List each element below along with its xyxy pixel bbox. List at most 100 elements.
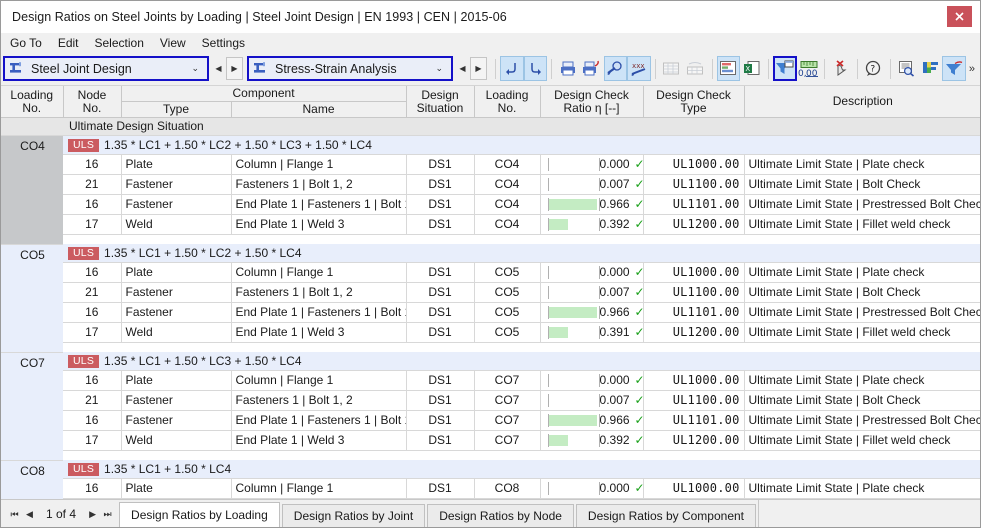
- design-check-type-cell[interactable]: UL1200.00: [643, 322, 745, 343]
- chevron-down-icon[interactable]: ⌄: [181, 63, 205, 74]
- design-situation-cell[interactable]: DS1: [406, 194, 475, 215]
- design-situation-cell[interactable]: DS1: [406, 410, 475, 431]
- table-row[interactable]: 16 Fastener End Plate 1 | Fasteners 1 | Bo…: [1, 194, 980, 215]
- component-type-cell[interactable]: Plate: [121, 370, 232, 391]
- description-cell[interactable]: Ultimate Limit State | Plate check: [744, 262, 980, 283]
- component-name-cell[interactable]: Column | Flange 1: [231, 478, 407, 499]
- design-check-ratio-cell[interactable]: 0.007✓: [540, 390, 644, 411]
- header-component-type[interactable]: Type: [121, 101, 232, 118]
- table-row[interactable]: 16PlateColumn | Flange 1DS1CO70.000✓UL10…: [1, 370, 980, 391]
- component-name-cell[interactable]: Fasteners 1 | Bolt 1, 2: [231, 498, 407, 499]
- menu-item-selection[interactable]: Selection: [95, 36, 154, 50]
- design-situation-cell[interactable]: DS1: [406, 174, 475, 195]
- design-check-ratio-cell[interactable]: 0.966✓: [540, 410, 644, 431]
- design-check-ratio-cell[interactable]: 0.000✓: [540, 478, 644, 499]
- header-component-name[interactable]: Name: [231, 101, 407, 118]
- header-node-no[interactable]: Node No.: [63, 86, 122, 118]
- table-row[interactable]: 17WeldEnd Plate 1 | Weld 3DS1CO50.391✓UL…: [1, 322, 980, 343]
- node-no-cell[interactable]: 16: [63, 154, 122, 175]
- design-situation-cell[interactable]: DS1: [406, 430, 475, 451]
- design-check-type-cell[interactable]: UL1000.00: [643, 370, 745, 391]
- design-check-ratio-cell[interactable]: 0.000✓: [540, 262, 644, 283]
- combination-header-row[interactable]: CO8 ULS 1.35 * LC1 + 1.50 * LC4: [1, 460, 980, 499]
- component-name-cell[interactable]: Column | Flange 1: [231, 370, 407, 391]
- component-type-cell[interactable]: Weld: [121, 430, 232, 451]
- table-row[interactable]: 16PlateColumn | Flange 1DS1CO50.000✓UL10…: [1, 262, 980, 283]
- combo-left-prev-button[interactable]: ◀: [212, 58, 225, 79]
- component-type-cell[interactable]: Fastener: [121, 282, 232, 303]
- design-situation-cell[interactable]: DS1: [406, 282, 475, 303]
- design-check-type-cell[interactable]: UL1100.00: [643, 498, 745, 499]
- component-type-cell[interactable]: Plate: [121, 154, 232, 175]
- component-name-cell[interactable]: End Plate 1 | Fasteners 1 | Bolt 1, 2: [231, 410, 407, 431]
- component-type-cell[interactable]: Weld: [121, 214, 232, 235]
- table-row[interactable]: 21 Fastener Fasteners 1 | Bolt 1, 2 DS1 CO7 0…: [1, 390, 980, 411]
- node-no-cell[interactable]: 16: [63, 194, 122, 215]
- loading-no-ref-cell[interactable]: CO5: [474, 322, 541, 343]
- node-no-cell[interactable]: 17: [63, 214, 122, 235]
- component-name-cell[interactable]: End Plate 1 | Weld 3: [231, 214, 407, 235]
- header-component[interactable]: Component: [121, 86, 407, 102]
- color-legend-button[interactable]: [918, 56, 942, 81]
- loading-no-ref-cell[interactable]: CO4: [474, 154, 541, 175]
- table-row[interactable]: 16 Fastener End Plate 1 | Fasteners 1 | Bo…: [1, 302, 980, 323]
- component-name-cell[interactable]: Fasteners 1 | Bolt 1, 2: [231, 390, 407, 411]
- menu-item-goto[interactable]: Go To: [10, 36, 52, 50]
- component-name-cell[interactable]: Fasteners 1 | Bolt 1, 2: [231, 282, 407, 303]
- menu-item-edit[interactable]: Edit: [58, 36, 89, 50]
- component-type-cell[interactable]: Fastener: [121, 390, 232, 411]
- design-situation-cell[interactable]: DS1: [406, 370, 475, 391]
- table-row[interactable]: 21FastenerFasteners 1 | Bolt 1, 2DS1CO80…: [1, 498, 980, 499]
- design-situation-cell[interactable]: DS1: [406, 322, 475, 343]
- decimal-places-button[interactable]: 0, 00: [797, 56, 821, 81]
- description-cell[interactable]: Ultimate Limit State | Bolt Check: [744, 390, 980, 411]
- design-check-type-cell[interactable]: UL1101.00: [643, 302, 745, 323]
- loading-no-ref-cell[interactable]: CO5: [474, 282, 541, 303]
- description-cell[interactable]: Ultimate Limit State | Plate check: [744, 154, 980, 175]
- delete-selection-button[interactable]: [829, 56, 853, 81]
- component-type-cell[interactable]: Fastener: [121, 498, 232, 499]
- table-row[interactable]: 16PlateColumn | Flange 1DS1CO8 0.000✓UL10…: [1, 478, 980, 499]
- stress-strain-analysis-combo[interactable]: Stress-Strain Analysis ⌄: [249, 58, 451, 79]
- design-situation-cell[interactable]: DS1: [406, 154, 475, 175]
- print-preview-button[interactable]: [895, 56, 919, 81]
- node-no-cell[interactable]: 21: [63, 390, 122, 411]
- description-cell[interactable]: Ultimate Limit State | Prestressed Bolt …: [744, 302, 980, 323]
- component-type-cell[interactable]: Weld: [121, 322, 232, 343]
- header-design-situation[interactable]: Design Situation: [406, 86, 475, 118]
- component-name-cell[interactable]: End Plate 1 | Fasteners 1 | Bolt 1, 2: [231, 302, 407, 323]
- design-situation-cell[interactable]: DS1: [406, 214, 475, 235]
- design-check-type-cell[interactable]: UL1100.00: [643, 390, 745, 411]
- component-type-cell[interactable]: Fastener: [121, 302, 232, 323]
- table-row-button[interactable]: [684, 56, 708, 81]
- component-name-cell[interactable]: End Plate 1 | Weld 3: [231, 322, 407, 343]
- node-no-cell[interactable]: 16: [63, 410, 122, 431]
- design-check-type-cell[interactable]: UL1000.00: [643, 262, 745, 283]
- description-cell[interactable]: Ultimate Limit State | Fillet weld check: [744, 430, 980, 451]
- design-check-ratio-cell[interactable]: 0.966✓: [540, 302, 644, 323]
- node-no-cell[interactable]: 17: [63, 322, 122, 343]
- component-type-cell[interactable]: Plate: [121, 478, 232, 499]
- table-row[interactable]: 17WeldEnd Plate 1 | Weld 3DS1CO40.392✓UL…: [1, 214, 980, 235]
- design-situation-cell[interactable]: DS1: [406, 478, 475, 499]
- component-type-cell[interactable]: Fastener: [121, 194, 232, 215]
- description-cell[interactable]: Ultimate Limit State | Fillet weld check: [744, 214, 980, 235]
- loading-no-ref-cell[interactable]: CO7: [474, 410, 541, 431]
- component-type-cell[interactable]: Fastener: [121, 174, 232, 195]
- component-name-cell[interactable]: Column | Flange 1: [231, 154, 407, 175]
- loading-no-ref-cell[interactable]: CO8: [474, 478, 541, 499]
- description-cell[interactable]: Ultimate Limit State | Plate check: [744, 370, 980, 391]
- node-no-cell[interactable]: 16: [63, 478, 122, 499]
- design-check-type-cell[interactable]: UL1000.00: [643, 154, 745, 175]
- design-check-ratio-cell[interactable]: 0.000✓: [540, 370, 644, 391]
- pager-last-button[interactable]: ⏭: [100, 506, 115, 523]
- description-cell[interactable]: Ultimate Limit State | Bolt Check: [744, 282, 980, 303]
- loading-no-ref-cell[interactable]: CO5: [474, 262, 541, 283]
- node-no-cell[interactable]: 21: [63, 282, 122, 303]
- table-row[interactable]: 16 Fastener End Plate 1 | Fasteners 1 | Bo…: [1, 410, 980, 431]
- node-no-cell[interactable]: 16: [63, 302, 122, 323]
- component-name-cell[interactable]: Fasteners 1 | Bolt 1, 2: [231, 174, 407, 195]
- header-description[interactable]: Description: [744, 86, 980, 118]
- design-check-ratio-cell[interactable]: 0.966✓: [540, 194, 644, 215]
- loading-no-ref-cell[interactable]: CO7: [474, 390, 541, 411]
